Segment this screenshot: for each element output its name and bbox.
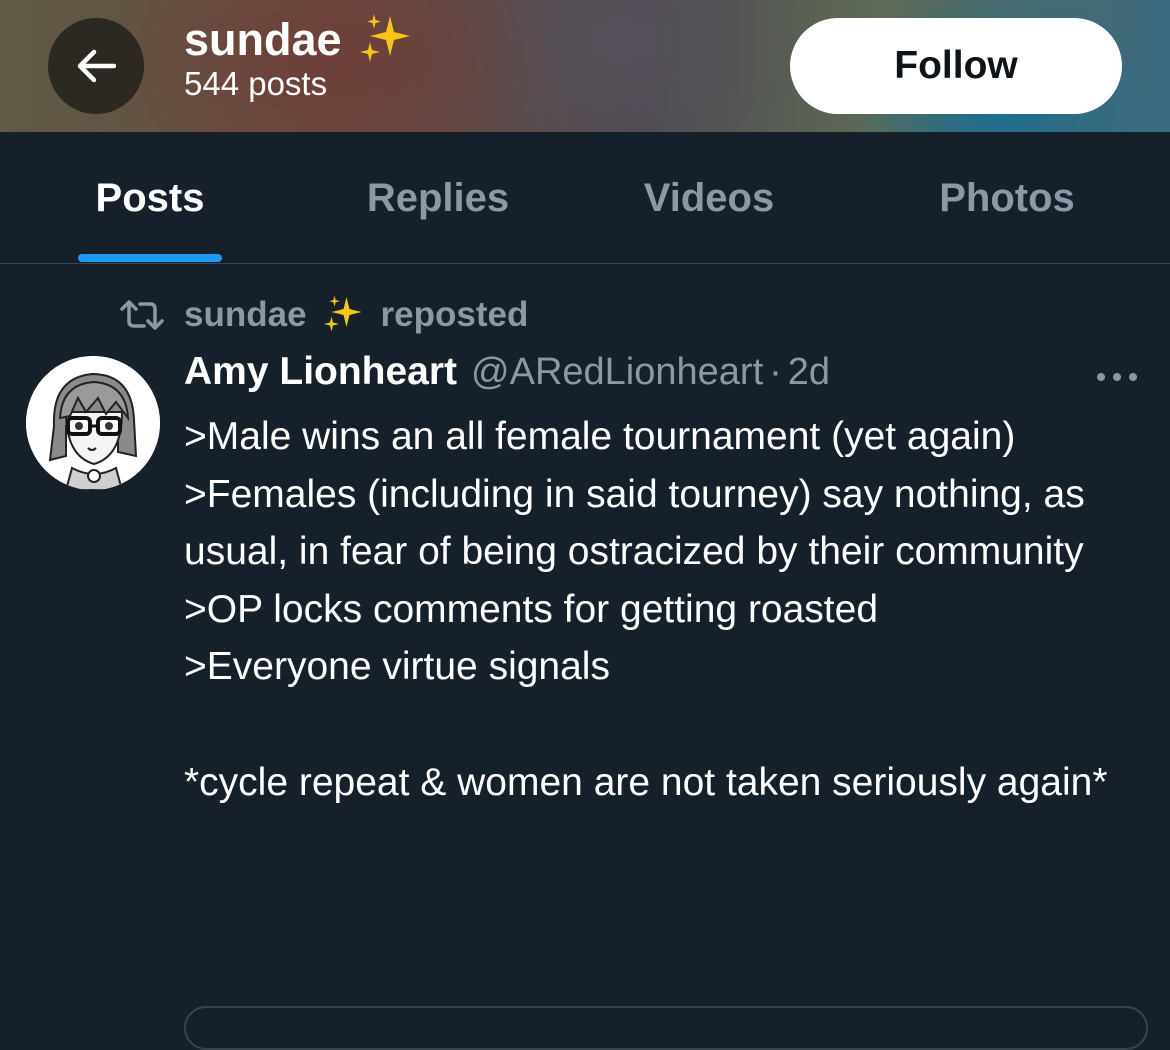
embedded-card[interactable] bbox=[184, 1006, 1148, 1050]
profile-tabs: Posts Replies Videos Photos bbox=[0, 132, 1170, 264]
author-handle[interactable]: @ARedLionheart bbox=[471, 351, 763, 394]
active-tab-indicator bbox=[78, 254, 222, 262]
profile-title-block: sundae 544 posts bbox=[184, 12, 420, 102]
avatar-illustration bbox=[26, 356, 160, 490]
sparkles-icon bbox=[359, 14, 410, 62]
tweet-text: >Male wins an all female tournament (yet… bbox=[184, 415, 1108, 804]
tab-videos[interactable]: Videos bbox=[620, 132, 798, 264]
profile-header: sundae 544 posts Follow bbox=[0, 0, 1170, 132]
sparkles-icon bbox=[323, 295, 362, 332]
repost-context[interactable]: sundae reposted bbox=[118, 292, 528, 338]
tweet-header: Amy Lionheart @ARedLionheart · 2d bbox=[184, 350, 830, 402]
back-button[interactable] bbox=[48, 18, 144, 114]
tab-posts[interactable]: Posts bbox=[60, 132, 240, 264]
avatar[interactable] bbox=[26, 356, 160, 490]
post-time[interactable]: 2d bbox=[788, 351, 830, 394]
more-options-button[interactable] bbox=[1092, 362, 1142, 392]
post-count: 544 posts bbox=[184, 65, 328, 102]
repost-icon bbox=[120, 300, 164, 330]
author-name[interactable]: Amy Lionheart bbox=[184, 350, 457, 394]
tab-replies[interactable]: Replies bbox=[338, 132, 538, 264]
profile-name: sundae bbox=[184, 14, 342, 65]
repost-label: reposted bbox=[380, 295, 529, 334]
separator-dot: · bbox=[769, 351, 782, 393]
reposter-name: sundae bbox=[184, 295, 307, 334]
follow-button[interactable]: Follow bbox=[790, 18, 1122, 114]
arrow-left-icon bbox=[77, 49, 116, 83]
more-icon bbox=[1097, 373, 1137, 381]
tab-photos[interactable]: Photos bbox=[910, 132, 1104, 264]
